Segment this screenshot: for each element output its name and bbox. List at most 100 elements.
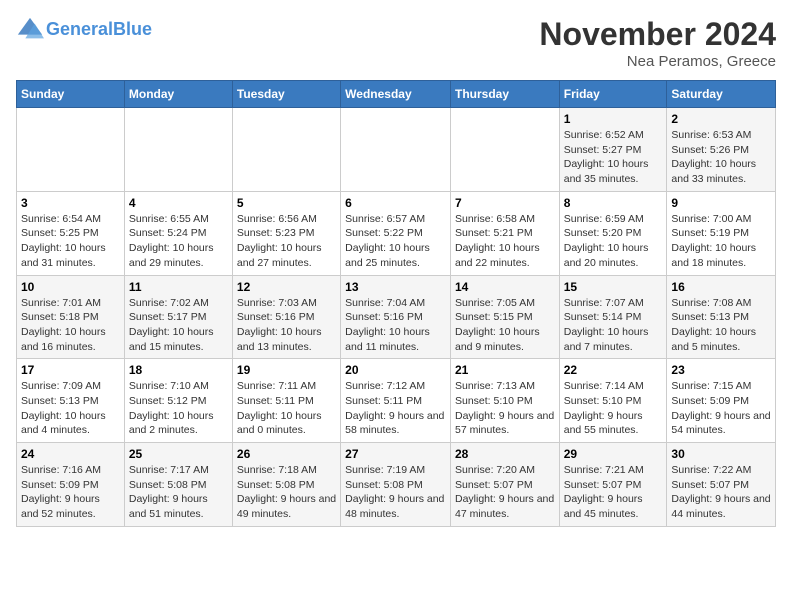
day-number: 17 — [21, 363, 120, 377]
location: Nea Peramos, Greece — [539, 53, 776, 70]
weekday-header-saturday: Saturday — [667, 81, 776, 108]
calendar-cell: 30Sunrise: 7:22 AM Sunset: 5:07 PM Dayli… — [667, 443, 776, 527]
day-number: 26 — [237, 447, 336, 461]
calendar-cell — [232, 108, 340, 192]
calendar-cell — [17, 108, 125, 192]
weekday-header-wednesday: Wednesday — [341, 81, 451, 108]
calendar-table: SundayMondayTuesdayWednesdayThursdayFrid… — [16, 80, 776, 527]
calendar-cell: 26 Sunrise: 7:18 AM Sunset: 5:08 PM Dayli… — [232, 443, 340, 527]
day-number: 20 — [345, 363, 446, 377]
day-info: Sunrise: 6:59 AM Sunset: 5:20 PM Dayligh… — [564, 212, 663, 271]
weekday-header-row: SundayMondayTuesdayWednesdayThursdayFrid… — [17, 81, 776, 108]
calendar-cell: 5Sunrise: 6:56 AM Sunset: 5:23 PM Daylig… — [232, 191, 340, 275]
day-info: Sunrise: 7:16 AM Sunset: 5:09 PM Dayligh… — [21, 463, 120, 522]
day-info: Sunrise: 7:17 AM Sunset: 5:08 PM Dayligh… — [129, 463, 228, 522]
day-info: Sunrise: 6:57 AM Sunset: 5:22 PM Dayligh… — [345, 212, 446, 271]
day-info: Sunrise: 6:52 AM Sunset: 5:27 PM Dayligh… — [564, 128, 663, 187]
calendar-week-row: 3Sunrise: 6:54 AM Sunset: 5:25 PM Daylig… — [17, 191, 776, 275]
calendar-cell — [124, 108, 232, 192]
day-number: 13 — [345, 280, 446, 294]
day-info: Sunrise: 7:05 AM Sunset: 5:15 PM Dayligh… — [455, 296, 555, 355]
day-number: 9 — [671, 196, 771, 210]
day-number: 29 — [564, 447, 663, 461]
calendar-week-row: 10 Sunrise: 7:01 AM Sunset: 5:18 PM Dayli… — [17, 275, 776, 359]
day-number: 21 — [455, 363, 555, 377]
calendar-cell: 28 Sunrise: 7:20 AM Sunset: 5:07 PM Dayli… — [450, 443, 559, 527]
calendar-week-row: 24 Sunrise: 7:16 AM Sunset: 5:09 PM Dayli… — [17, 443, 776, 527]
calendar-cell: 7Sunrise: 6:58 AM Sunset: 5:21 PM Daylig… — [450, 191, 559, 275]
day-number: 12 — [237, 280, 336, 294]
day-info: Sunrise: 7:14 AM Sunset: 5:10 PM Dayligh… — [564, 379, 663, 438]
day-number: 11 — [129, 280, 228, 294]
month-title: November 2024 — [539, 16, 776, 53]
day-number: 8 — [564, 196, 663, 210]
calendar-cell: 25 Sunrise: 7:17 AM Sunset: 5:08 PM Dayli… — [124, 443, 232, 527]
day-info: Sunrise: 7:21 AM Sunset: 5:07 PM Dayligh… — [564, 463, 663, 522]
calendar-cell: 14 Sunrise: 7:05 AM Sunset: 5:15 PM Dayli… — [450, 275, 559, 359]
day-info: Sunrise: 7:22 AM Sunset: 5:07 PM Dayligh… — [671, 463, 771, 522]
day-info: Sunrise: 7:12 AM Sunset: 5:11 PM Dayligh… — [345, 379, 446, 438]
day-number: 28 — [455, 447, 555, 461]
calendar-cell: 21 Sunrise: 7:13 AM Sunset: 5:10 PM Dayli… — [450, 359, 559, 443]
calendar-cell: 23 Sunrise: 7:15 AM Sunset: 5:09 PM Dayli… — [667, 359, 776, 443]
day-number: 23 — [671, 363, 771, 377]
day-info: Sunrise: 7:11 AM Sunset: 5:11 PM Dayligh… — [237, 379, 336, 438]
weekday-header-monday: Monday — [124, 81, 232, 108]
logo-text: GeneralBlue — [46, 19, 152, 41]
day-info: Sunrise: 7:15 AM Sunset: 5:09 PM Dayligh… — [671, 379, 771, 438]
day-info: Sunrise: 6:58 AM Sunset: 5:21 PM Dayligh… — [455, 212, 555, 271]
day-info: Sunrise: 6:53 AM Sunset: 5:26 PM Dayligh… — [671, 128, 771, 187]
calendar-cell: 11 Sunrise: 7:02 AM Sunset: 5:17 PM Dayli… — [124, 275, 232, 359]
day-number: 4 — [129, 196, 228, 210]
calendar-cell: 6 Sunrise: 6:57 AM Sunset: 5:22 PM Daylig… — [341, 191, 451, 275]
calendar-cell: 16 Sunrise: 7:08 AM Sunset: 5:13 PM Dayli… — [667, 275, 776, 359]
day-info: Sunrise: 7:09 AM Sunset: 5:13 PM Dayligh… — [21, 379, 120, 438]
calendar-week-row: 17 Sunrise: 7:09 AM Sunset: 5:13 PM Dayli… — [17, 359, 776, 443]
day-info: Sunrise: 7:20 AM Sunset: 5:07 PM Dayligh… — [455, 463, 555, 522]
day-info: Sunrise: 7:18 AM Sunset: 5:08 PM Dayligh… — [237, 463, 336, 522]
calendar-cell: 1Sunrise: 6:52 AM Sunset: 5:27 PM Daylig… — [559, 108, 667, 192]
calendar-week-row: 1Sunrise: 6:52 AM Sunset: 5:27 PM Daylig… — [17, 108, 776, 192]
day-number: 18 — [129, 363, 228, 377]
calendar-cell: 13 Sunrise: 7:04 AM Sunset: 5:16 PM Dayli… — [341, 275, 451, 359]
day-info: Sunrise: 6:55 AM Sunset: 5:24 PM Dayligh… — [129, 212, 228, 271]
day-number: 14 — [455, 280, 555, 294]
day-info: Sunrise: 7:00 AM Sunset: 5:19 PM Dayligh… — [671, 212, 771, 271]
calendar-cell: 10 Sunrise: 7:01 AM Sunset: 5:18 PM Dayli… — [17, 275, 125, 359]
day-info: Sunrise: 6:54 AM Sunset: 5:25 PM Dayligh… — [21, 212, 120, 271]
weekday-header-friday: Friday — [559, 81, 667, 108]
calendar-cell: 3Sunrise: 6:54 AM Sunset: 5:25 PM Daylig… — [17, 191, 125, 275]
calendar-cell: 27 Sunrise: 7:19 AM Sunset: 5:08 PM Dayli… — [341, 443, 451, 527]
day-info: Sunrise: 7:01 AM Sunset: 5:18 PM Dayligh… — [21, 296, 120, 355]
day-number: 10 — [21, 280, 120, 294]
calendar-cell: 18 Sunrise: 7:10 AM Sunset: 5:12 PM Dayli… — [124, 359, 232, 443]
day-info: Sunrise: 7:19 AM Sunset: 5:08 PM Dayligh… — [345, 463, 446, 522]
day-info: Sunrise: 7:13 AM Sunset: 5:10 PM Dayligh… — [455, 379, 555, 438]
weekday-header-sunday: Sunday — [17, 81, 125, 108]
day-number: 6 — [345, 196, 446, 210]
day-number: 24 — [21, 447, 120, 461]
day-info: Sunrise: 7:03 AM Sunset: 5:16 PM Dayligh… — [237, 296, 336, 355]
day-info: Sunrise: 7:08 AM Sunset: 5:13 PM Dayligh… — [671, 296, 771, 355]
calendar-cell: 2 Sunrise: 6:53 AM Sunset: 5:26 PM Daylig… — [667, 108, 776, 192]
day-number: 25 — [129, 447, 228, 461]
logo-line1: General — [46, 19, 113, 39]
day-number: 16 — [671, 280, 771, 294]
day-number: 2 — [671, 112, 771, 126]
calendar-cell: 12 Sunrise: 7:03 AM Sunset: 5:16 PM Dayli… — [232, 275, 340, 359]
calendar-cell: 19 Sunrise: 7:11 AM Sunset: 5:11 PM Dayli… — [232, 359, 340, 443]
calendar-cell: 22 Sunrise: 7:14 AM Sunset: 5:10 PM Dayli… — [559, 359, 667, 443]
weekday-header-thursday: Thursday — [450, 81, 559, 108]
day-info: Sunrise: 7:10 AM Sunset: 5:12 PM Dayligh… — [129, 379, 228, 438]
calendar-cell: 4 Sunrise: 6:55 AM Sunset: 5:24 PM Daylig… — [124, 191, 232, 275]
calendar-cell: 29 Sunrise: 7:21 AM Sunset: 5:07 PM Dayli… — [559, 443, 667, 527]
day-number: 22 — [564, 363, 663, 377]
day-number: 27 — [345, 447, 446, 461]
logo-line2: Blue — [113, 19, 152, 39]
calendar-cell: 9 Sunrise: 7:00 AM Sunset: 5:19 PM Daylig… — [667, 191, 776, 275]
calendar-cell — [341, 108, 451, 192]
day-number: 19 — [237, 363, 336, 377]
logo-icon — [16, 16, 44, 44]
day-info: Sunrise: 7:04 AM Sunset: 5:16 PM Dayligh… — [345, 296, 446, 355]
day-info: Sunrise: 7:02 AM Sunset: 5:17 PM Dayligh… — [129, 296, 228, 355]
